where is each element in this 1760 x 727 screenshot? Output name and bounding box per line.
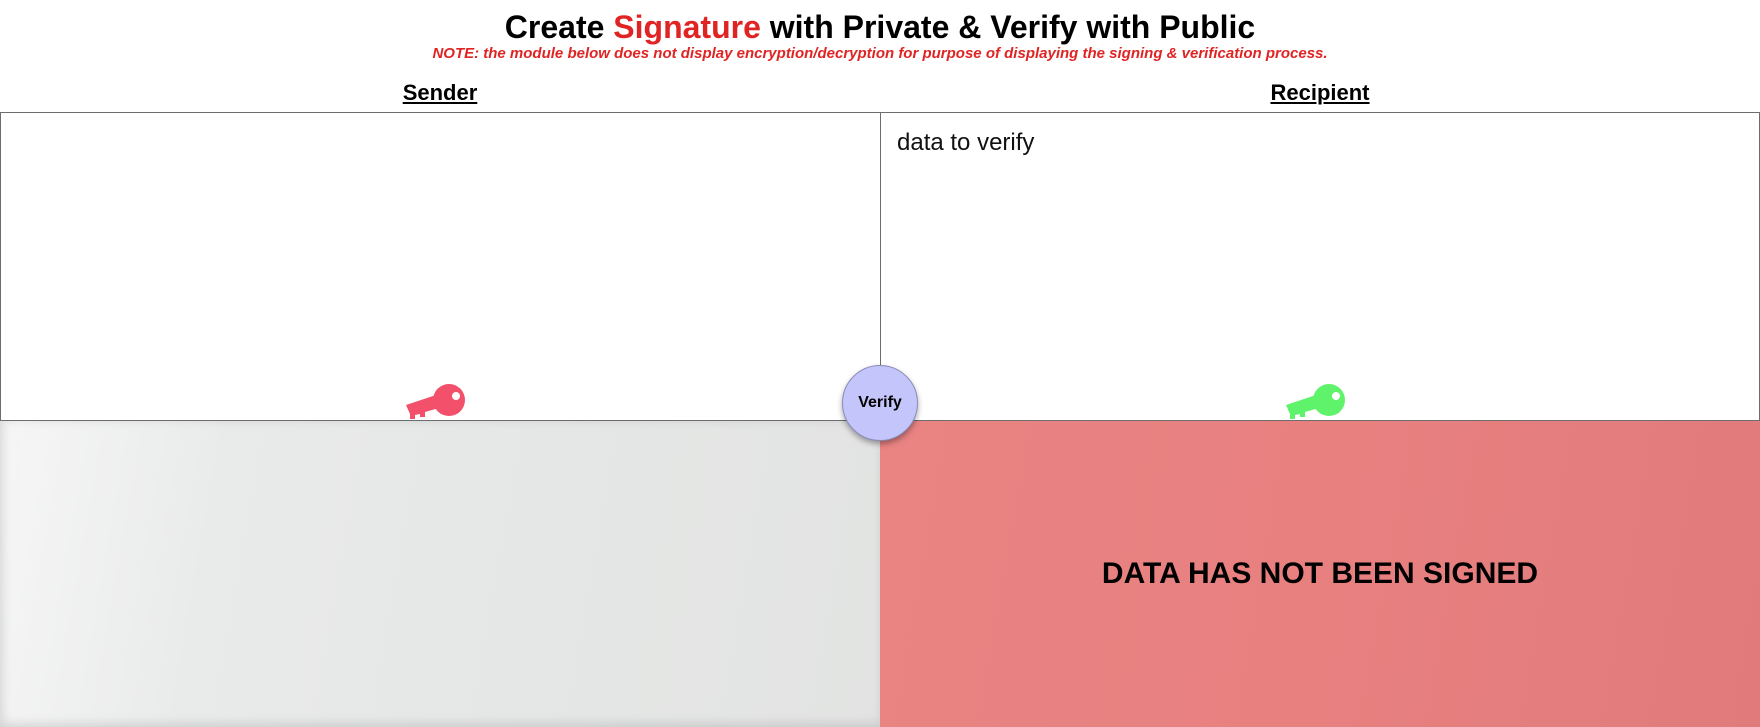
verify-button[interactable]: Verify: [842, 365, 918, 441]
title-prefix: Create: [504, 9, 614, 45]
sender-signature-panel: [0, 421, 880, 727]
sender-data-input[interactable]: [0, 112, 881, 421]
title-suffix: with Private & Verify with Public: [760, 9, 1256, 45]
module-note: NOTE: the module below does not display …: [432, 45, 1328, 62]
public-key-icon[interactable]: [1284, 381, 1348, 421]
recipient-heading: Recipient: [1270, 80, 1370, 105]
verification-status: DATA HAS NOT BEEN SIGNED: [1101, 557, 1539, 590]
page-header: Create Signature with Private & Verify w…: [0, 0, 1760, 112]
private-key-icon[interactable]: [404, 381, 468, 421]
sender-heading: Sender: [402, 80, 478, 105]
page-title: Create Signature with Private & Verify w…: [0, 7, 1760, 47]
title-accent: Signature: [613, 9, 761, 45]
recipient-status-panel: DATA HAS NOT BEEN SIGNED: [880, 421, 1760, 727]
recipient-data-input[interactable]: [880, 112, 1760, 421]
